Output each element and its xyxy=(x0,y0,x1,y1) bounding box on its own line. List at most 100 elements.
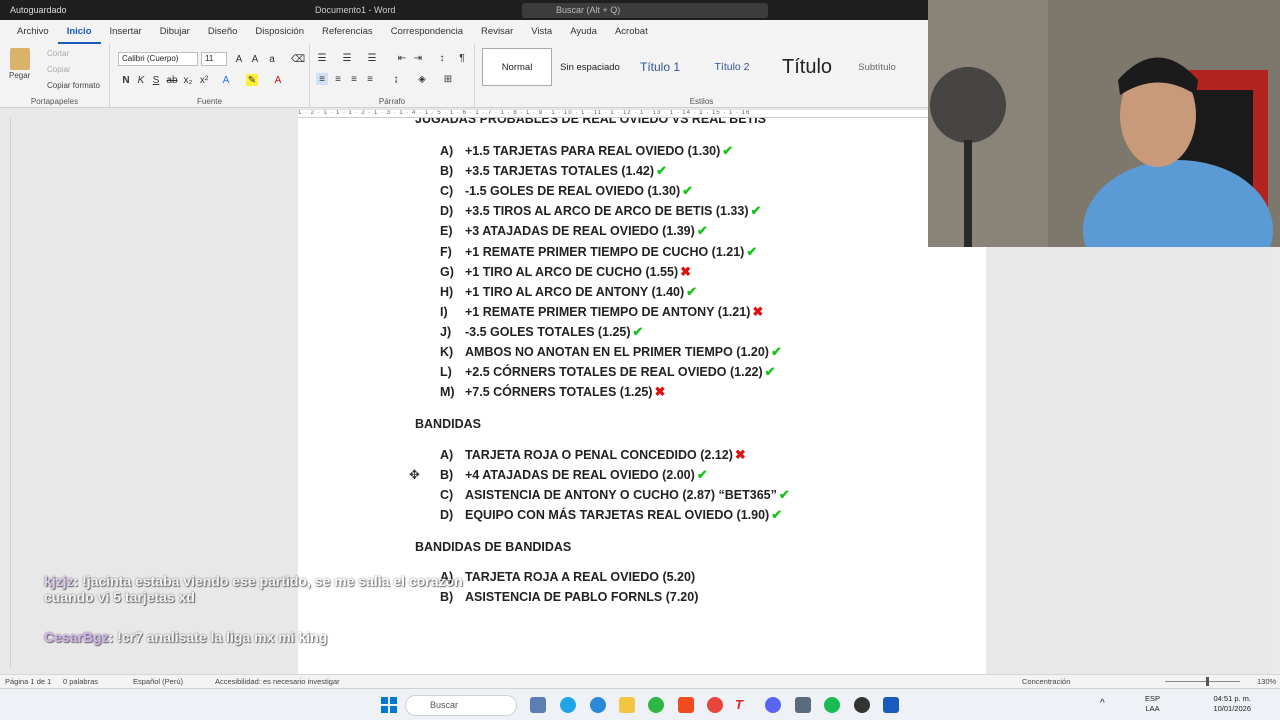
chrome-icon[interactable] xyxy=(707,697,723,713)
typora-icon[interactable]: T xyxy=(735,697,751,713)
list-item: H) +1 TIRO AL ARCO DE ANTONY (1.40) ✔ xyxy=(440,284,697,300)
messenger-icon[interactable] xyxy=(590,697,606,713)
zoom-slider-thumb[interactable] xyxy=(1206,677,1209,686)
paste-button[interactable]: Pegar xyxy=(9,71,30,80)
list-item-text: +3 ATAJADAS DE REAL OVIEDO (1.39) xyxy=(465,224,695,239)
subscript-icon[interactable]: x₂ xyxy=(182,74,194,86)
change-case-icon[interactable]: a xyxy=(266,53,278,65)
clock[interactable]: 04:51 p. m. 10/01/2026 xyxy=(1205,694,1251,714)
paste-icon[interactable] xyxy=(10,48,30,70)
tab-archivo[interactable]: Archivo xyxy=(8,20,58,44)
strikethrough-icon[interactable]: ab xyxy=(166,74,178,86)
decrease-indent-icon[interactable]: ⇤ xyxy=(396,52,408,64)
align-center-icon[interactable]: ≡ xyxy=(332,73,344,85)
obs-icon[interactable] xyxy=(854,697,870,713)
title-search-box[interactable]: Buscar (Alt + Q) xyxy=(522,3,768,18)
font-size-select[interactable]: 11 xyxy=(201,52,227,66)
list-item-letter: J) xyxy=(440,324,452,339)
font-name-select[interactable]: Calibri (Cuerpo) xyxy=(118,52,198,66)
tab-correspondencia[interactable]: Correspondencia xyxy=(382,20,472,44)
borders-icon[interactable]: ⊞ xyxy=(442,73,454,85)
list-item-letter: K) xyxy=(440,345,454,359)
style-no-spacing[interactable]: Sin espaciado xyxy=(555,48,625,86)
focus-mode-button[interactable]: Concentración xyxy=(1022,677,1070,686)
list-item-letter: A) xyxy=(440,144,454,158)
tab-insertar[interactable]: Insertar xyxy=(101,20,151,44)
list-item: L) +2.5 CÓRNERS TOTALES DE REAL OVIEDO (1… xyxy=(440,364,776,380)
taskbar-search[interactable]: Buscar xyxy=(405,695,517,716)
page-count[interactable]: Página 1 de 1 xyxy=(5,677,51,686)
cut-button[interactable]: Cortar xyxy=(47,49,69,58)
input-language[interactable]: ESP LAA xyxy=(1145,694,1160,714)
justify-icon[interactable]: ≡ xyxy=(364,73,376,85)
grow-font-icon[interactable]: A xyxy=(233,53,245,65)
style-subtitle[interactable]: Subtítulo xyxy=(845,48,909,86)
tab-ayuda[interactable]: Ayuda xyxy=(561,20,606,44)
style-title[interactable]: Título xyxy=(772,48,842,86)
numbering-icon[interactable]: ☰ xyxy=(341,52,353,64)
increase-indent-icon[interactable]: ⇥ xyxy=(412,52,424,64)
tab-acrobat[interactable]: Acrobat xyxy=(606,20,657,44)
tab-dise-o[interactable]: Diseño xyxy=(199,20,247,44)
italic-icon[interactable]: K xyxy=(135,74,147,86)
list-item-letter: B) xyxy=(440,164,454,179)
spotify-icon[interactable] xyxy=(824,697,840,713)
zoom-slider[interactable] xyxy=(1165,681,1240,682)
align-right-icon[interactable]: ≡ xyxy=(348,73,360,85)
zoom-level[interactable]: 130% xyxy=(1257,677,1276,686)
tray-chevron-icon[interactable]: ^ xyxy=(1100,698,1105,709)
brave-icon[interactable] xyxy=(678,697,694,713)
superscript-icon[interactable]: x² xyxy=(198,74,210,86)
discord-icon[interactable] xyxy=(765,697,781,713)
list-item-letter: D) xyxy=(440,508,454,523)
line-spacing-icon[interactable]: ↨ xyxy=(390,73,402,85)
highlight-icon[interactable]: ✎ xyxy=(246,74,258,86)
list-item-text: +1 REMATE PRIMER TIEMPO DE CUCHO (1.21) xyxy=(465,244,745,259)
whatsapp-icon[interactable] xyxy=(648,697,664,713)
accessibility-status[interactable]: Accesibilidad: es necesario investigar xyxy=(215,677,340,686)
shrink-font-icon[interactable]: A xyxy=(249,53,261,65)
list-item: E) +3 ATAJADAS DE REAL OVIEDO (1.39) ✔ xyxy=(440,223,708,239)
bullets-icon[interactable]: ☰ xyxy=(316,52,328,64)
format-painter-button[interactable]: Copiar formato xyxy=(47,81,100,90)
calculator-icon[interactable] xyxy=(795,697,811,713)
autosave-label[interactable]: Autoguardado xyxy=(10,5,67,15)
tab-dibujar[interactable]: Dibujar xyxy=(151,20,199,44)
style-heading-1[interactable]: Título 1 xyxy=(628,48,692,86)
language-status[interactable]: Español (Perú) xyxy=(133,677,183,686)
tab-vista[interactable]: Vista xyxy=(522,20,561,44)
tab-referencias[interactable]: Referencias xyxy=(313,20,382,44)
file-explorer-icon[interactable] xyxy=(619,697,635,713)
multilevel-list-icon[interactable]: ☰ xyxy=(366,52,378,64)
style-normal[interactable]: Normal xyxy=(482,48,552,86)
word-count[interactable]: 0 palabras xyxy=(63,677,98,686)
windows-start-icon[interactable] xyxy=(381,697,397,713)
widgets-icon[interactable] xyxy=(530,697,546,713)
vertical-scrollbar[interactable] xyxy=(1272,247,1280,674)
font-color-icon[interactable]: A xyxy=(272,74,284,86)
list-item: A) TARJETA ROJA A REAL OVIEDO (5.20) xyxy=(440,570,695,584)
list-item-text: +1 TIRO AL ARCO DE CUCHO (1.55) xyxy=(465,264,679,279)
tab-disposici-n[interactable]: Disposición xyxy=(246,20,313,44)
pilcrow-icon[interactable]: ¶ xyxy=(456,52,468,64)
text-effects-icon[interactable]: A xyxy=(220,74,232,86)
word-icon[interactable] xyxy=(883,697,899,713)
vertical-ruler xyxy=(3,118,11,668)
bold-icon[interactable]: N xyxy=(120,74,132,86)
clipboard-group-label: Portapapeles xyxy=(30,97,79,106)
list-item: C) -1.5 GOLES DE REAL OVIEDO (1.30) ✔ xyxy=(440,183,693,199)
edge-icon[interactable] xyxy=(560,697,576,713)
align-left-icon[interactable]: ≡ xyxy=(316,73,328,85)
list-item-text: +2.5 CÓRNERS TOTALES DE REAL OVIEDO (1.2… xyxy=(465,365,763,380)
tab-inicio[interactable]: Inicio xyxy=(57,20,101,44)
tab-revisar[interactable]: Revisar xyxy=(472,20,522,44)
underline-icon[interactable]: S xyxy=(150,74,162,86)
style-heading-2[interactable]: Título 2 xyxy=(695,48,769,86)
check-icon: ✔ xyxy=(764,364,776,380)
sort-icon[interactable]: ↕ xyxy=(436,52,448,64)
chat-message-2: CesarBgz: !cr7 analisate la liga mx mi k… xyxy=(44,629,328,645)
list-item: I) +1 REMATE PRIMER TIEMPO DE ANTONY (1.2… xyxy=(440,304,763,320)
clear-format-icon[interactable]: ⌫ xyxy=(291,53,305,65)
copy-button[interactable]: Copiar xyxy=(47,65,71,74)
shading-icon[interactable]: ◈ xyxy=(416,73,428,85)
